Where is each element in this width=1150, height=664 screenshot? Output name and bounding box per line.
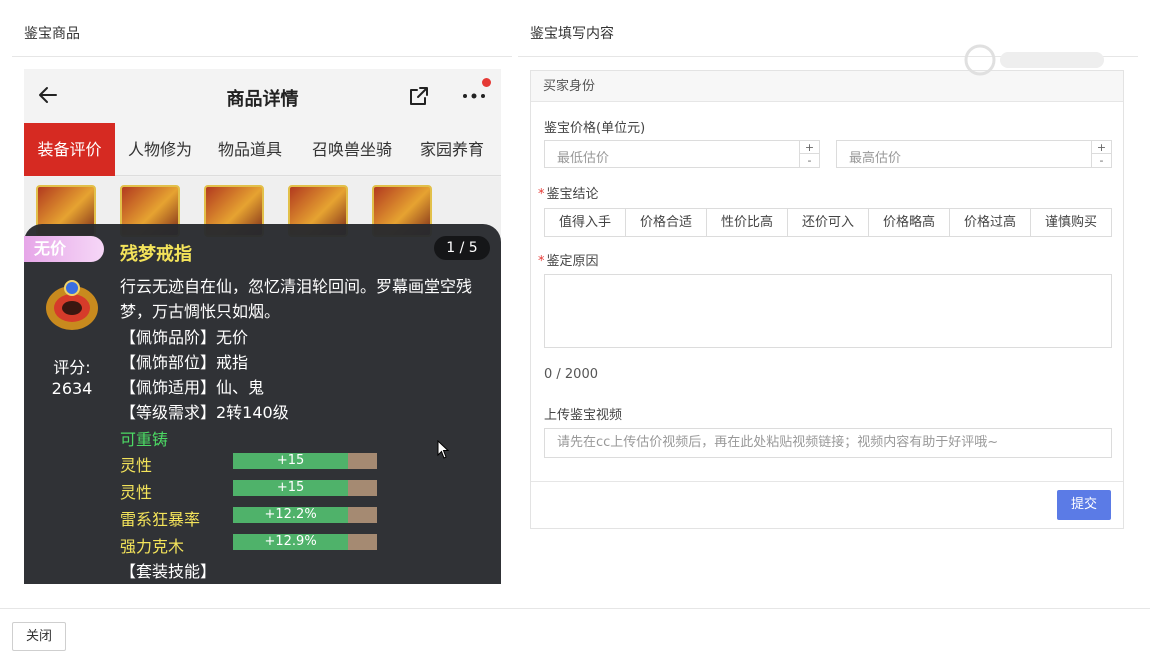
- conclusion-options: 值得入手 价格合适 性价比高 还价可入 价格略高 价格过高 谨慎购买: [544, 208, 1112, 237]
- tab-items[interactable]: 物品道具: [207, 123, 293, 176]
- phone-header: 商品详情: [24, 69, 501, 123]
- char-counter: 0 / 2000: [544, 367, 598, 382]
- notification-dot: [482, 78, 491, 87]
- attr-value: +15: [276, 453, 305, 468]
- tab-summon[interactable]: 召唤兽坐骑: [300, 123, 404, 176]
- left-divider: [12, 56, 512, 57]
- item-attr-line: 【佩饰部位】戒指: [120, 353, 249, 372]
- decrement-button[interactable]: -: [800, 154, 819, 167]
- close-button[interactable]: 关闭: [12, 622, 66, 651]
- item-description: 行云无迹自在仙，忽忆清泪轮回间。罗幕画堂空残梦，万古惆怅只如烟。: [120, 277, 473, 321]
- max-price-input[interactable]: 最高估价 + -: [836, 140, 1112, 168]
- video-label: 上传鉴宝视频: [544, 408, 623, 423]
- attr-name: 雷系狂暴率: [120, 510, 201, 529]
- attr-bar: +15: [233, 480, 377, 496]
- reason-textarea[interactable]: [544, 274, 1112, 348]
- attr-name: 灵性: [120, 483, 153, 502]
- item-attr-line: 【等级需求】2转140级: [120, 403, 289, 422]
- attr-value: +15: [276, 480, 305, 495]
- category-tabs: 装备评价 人物修为 物品道具 召唤兽坐骑 家园养育: [24, 123, 501, 176]
- watermark-logo-icon: [964, 44, 1104, 76]
- tab-character[interactable]: 人物修为: [117, 123, 203, 176]
- recast-label: 可重铸: [120, 430, 169, 449]
- conclusion-option[interactable]: 还价可入: [788, 209, 869, 236]
- set-skill-label: 【套装技能】: [120, 562, 217, 581]
- attr-value: +12.2%: [264, 507, 317, 522]
- conclusion-option[interactable]: 价格略高: [869, 209, 950, 236]
- mouse-cursor-icon: [437, 440, 450, 459]
- attr-bar: +12.9%: [233, 534, 377, 550]
- conclusion-option[interactable]: 谨慎购买: [1031, 209, 1111, 236]
- item-attr-line: 【佩饰适用】仙、鬼: [120, 378, 265, 397]
- panel-divider: [531, 481, 1123, 482]
- page-indicator: 1 / 5: [434, 236, 490, 260]
- footer-divider: [0, 608, 1150, 609]
- item-attr-line: 【佩饰品阶】无价: [120, 328, 249, 347]
- conclusion-label: * 鉴宝结论: [538, 183, 599, 202]
- conclusion-option[interactable]: 价格过高: [950, 209, 1031, 236]
- max-price-stepper: + -: [1091, 141, 1111, 167]
- conclusion-option[interactable]: 值得入手: [545, 209, 626, 236]
- attr-bar: +15: [233, 453, 377, 469]
- attr-name: 灵性: [120, 456, 153, 475]
- decrement-button[interactable]: -: [1092, 154, 1111, 167]
- min-price-placeholder: 最低估价: [557, 151, 610, 166]
- required-mark: *: [538, 254, 545, 269]
- conclusion-label-text: 鉴宝结论: [546, 187, 599, 202]
- share-icon[interactable]: [408, 85, 430, 107]
- conclusion-option[interactable]: 价格合适: [626, 209, 707, 236]
- increment-button[interactable]: +: [800, 141, 819, 154]
- reason-label: * 鉴定原因: [538, 250, 599, 269]
- right-section-title: 鉴宝填写内容: [530, 26, 614, 42]
- attr-name: 强力克木: [120, 537, 185, 556]
- item-tooltip: 无价 残梦戒指 1 / 5 行云无迹自在仙，忽忆清泪轮回间。罗幕画堂空残梦，万古…: [24, 224, 501, 584]
- score-value: 2634: [51, 379, 93, 398]
- attr-bar: +12.2%: [233, 507, 377, 523]
- required-mark: *: [538, 187, 545, 202]
- tab-equipment[interactable]: 装备评价: [24, 123, 115, 176]
- score-label: 评分:: [53, 358, 91, 377]
- appraisal-form: 买家身份 鉴宝价格(单位元) 最低估价 + - 最高估价 + - * 鉴宝结论 值…: [530, 70, 1124, 529]
- more-icon[interactable]: [461, 91, 487, 101]
- video-url-input[interactable]: 请先在cc上传估价视频后，再在此处粘贴视频链接；视频内容有助于好评哦~: [544, 428, 1112, 458]
- increment-button[interactable]: +: [1092, 141, 1111, 154]
- price-label: 鉴宝价格(单位元): [544, 121, 646, 136]
- submit-button[interactable]: 提交: [1057, 490, 1111, 520]
- conclusion-option[interactable]: 性价比高: [707, 209, 788, 236]
- reason-label-text: 鉴定原因: [546, 254, 599, 269]
- left-section-title: 鉴宝商品: [24, 26, 80, 42]
- rarity-badge: 无价: [24, 236, 104, 262]
- tab-home[interactable]: 家园养育: [409, 123, 495, 176]
- min-price-input[interactable]: 最低估价 + -: [544, 140, 820, 168]
- ring-icon: [46, 280, 98, 330]
- min-price-stepper: + -: [799, 141, 819, 167]
- item-name: 残梦戒指: [120, 244, 192, 265]
- max-price-placeholder: 最高估价: [849, 151, 902, 166]
- attr-value: +12.9%: [264, 534, 317, 549]
